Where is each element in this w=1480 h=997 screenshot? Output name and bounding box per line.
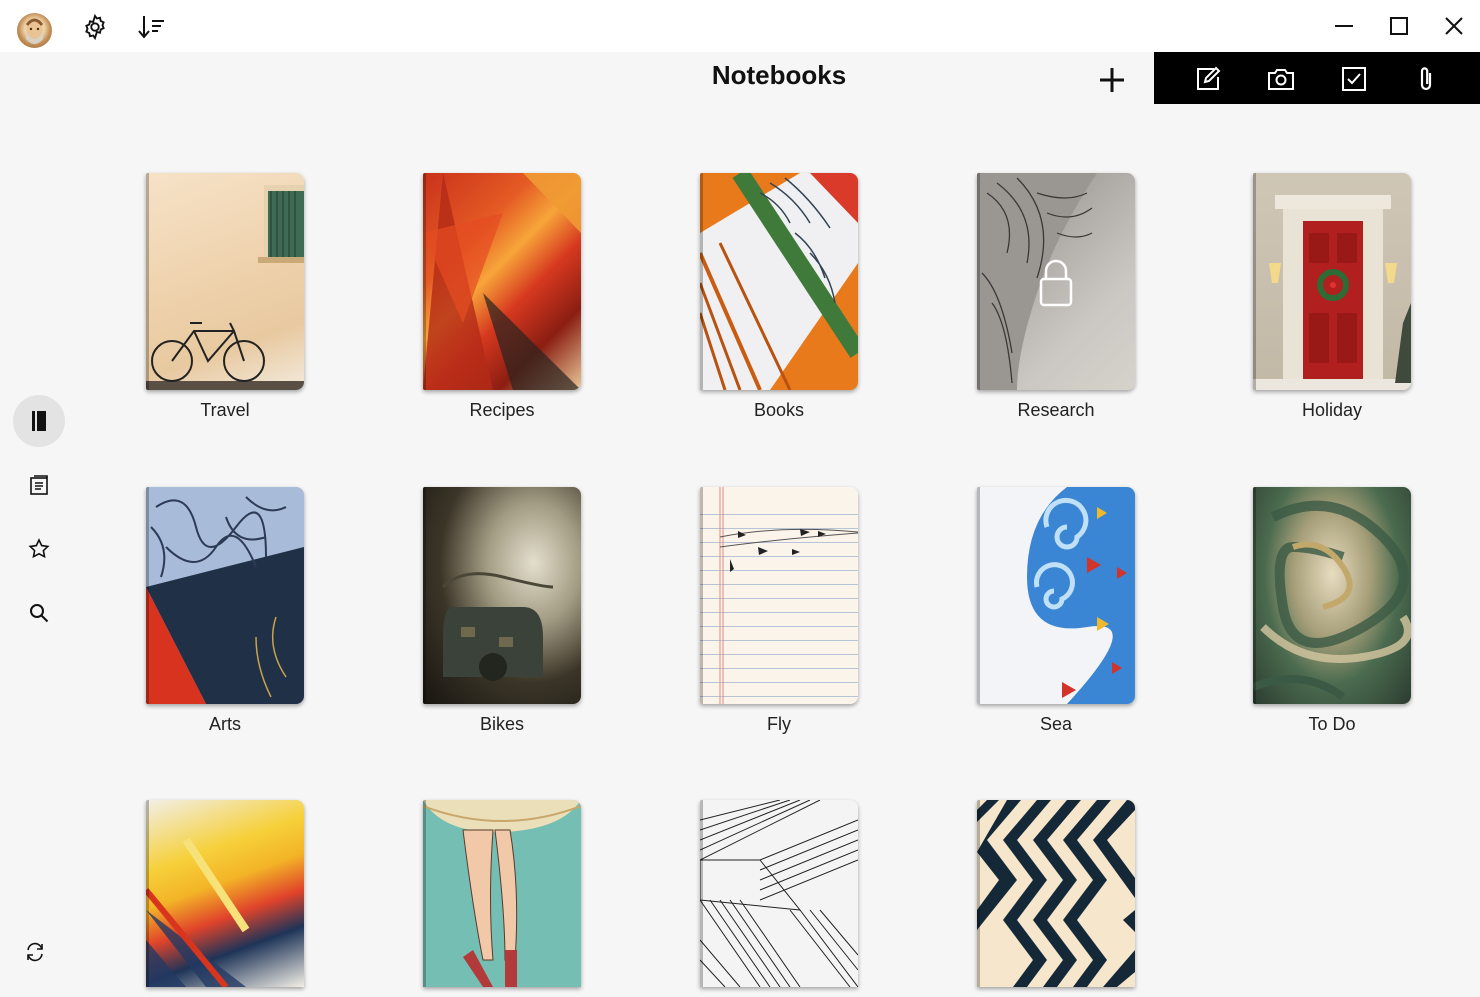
lock-icon [1039, 259, 1073, 307]
notebook-tile[interactable]: Arts [140, 487, 310, 735]
notebook-cover [146, 173, 304, 390]
notebook-title: Arts [208, 714, 241, 734]
notebook-title: Fly [767, 714, 791, 734]
attachment-button[interactable] [1410, 63, 1442, 95]
notebook-cover [700, 173, 858, 390]
notebook-title: To Do [1308, 714, 1356, 734]
gear-icon[interactable] [80, 12, 110, 42]
paperclip-icon [1420, 67, 1432, 91]
notebook-cover [1253, 173, 1411, 390]
notebook-tile[interactable]: Fly [694, 487, 864, 735]
notebook-cover [700, 800, 858, 987]
notebook-icon [32, 411, 46, 431]
notebook-tile[interactable]: Recipes [417, 173, 587, 421]
notebook-cover [977, 800, 1135, 987]
notebook-tile[interactable]: Bikes [417, 487, 587, 735]
notebook-cover [700, 487, 858, 704]
notebook-title: Holiday [1301, 400, 1363, 420]
notebook-tile[interactable]: Sea [971, 487, 1141, 735]
notebook-tile[interactable] [417, 800, 587, 997]
notebook-tile[interactable] [694, 800, 864, 997]
notebook-title: Research [1017, 400, 1095, 420]
notebook-cover [423, 173, 581, 390]
sidebar-item-favorites[interactable] [13, 523, 65, 575]
maximize-icon[interactable] [1379, 8, 1419, 44]
notes-icon [30, 475, 48, 495]
notebook-tile[interactable] [971, 800, 1141, 997]
notebook-tile[interactable]: Travel [140, 173, 310, 421]
search-icon [30, 604, 49, 623]
sync-button[interactable] [9, 926, 61, 978]
notebook-cover [423, 800, 581, 987]
plus-icon [1100, 68, 1124, 92]
minimize-icon[interactable] [1324, 8, 1364, 44]
avatar-face [25, 18, 44, 44]
notebook-tile[interactable]: Holiday [1247, 173, 1417, 421]
checkbox-icon [1342, 67, 1366, 91]
checklist-button[interactable] [1338, 63, 1370, 95]
camera-button[interactable] [1265, 63, 1297, 95]
new-note-button[interactable] [1192, 63, 1224, 95]
notebook-cover [977, 173, 1135, 390]
notebook-title: Books [753, 400, 805, 420]
avatar[interactable] [17, 13, 52, 48]
notebook-title: Bikes [479, 714, 524, 734]
new-note-icon [1197, 66, 1221, 90]
notebook-tile[interactable]: To Do [1247, 487, 1417, 735]
notebook-title: Travel [200, 400, 250, 420]
notebook-cover [146, 487, 304, 704]
notebook-cover [1253, 487, 1411, 704]
notebook-cover [423, 487, 581, 704]
notebook-tile[interactable] [140, 800, 310, 997]
add-notebook-button[interactable] [1094, 62, 1130, 98]
close-icon[interactable] [1434, 8, 1474, 44]
notebook-title: Recipes [469, 400, 535, 420]
sidebar-item-notes[interactable] [13, 459, 65, 511]
camera-icon [1268, 69, 1294, 90]
quick-actions-bar [1154, 52, 1480, 104]
title-bar [0, 0, 1480, 52]
sidebar-item-notebooks[interactable] [13, 395, 65, 447]
sync-icon [27, 942, 43, 962]
notebook-cover [977, 487, 1135, 704]
sort-icon[interactable] [136, 12, 166, 42]
notebook-cover [146, 800, 304, 987]
notebook-tile[interactable]: Books [694, 173, 864, 421]
notebook-tile[interactable]: Research [971, 173, 1141, 421]
sidebar-item-search[interactable] [13, 587, 65, 639]
notebook-title: Sea [1039, 714, 1073, 734]
star-icon [28, 538, 50, 559]
